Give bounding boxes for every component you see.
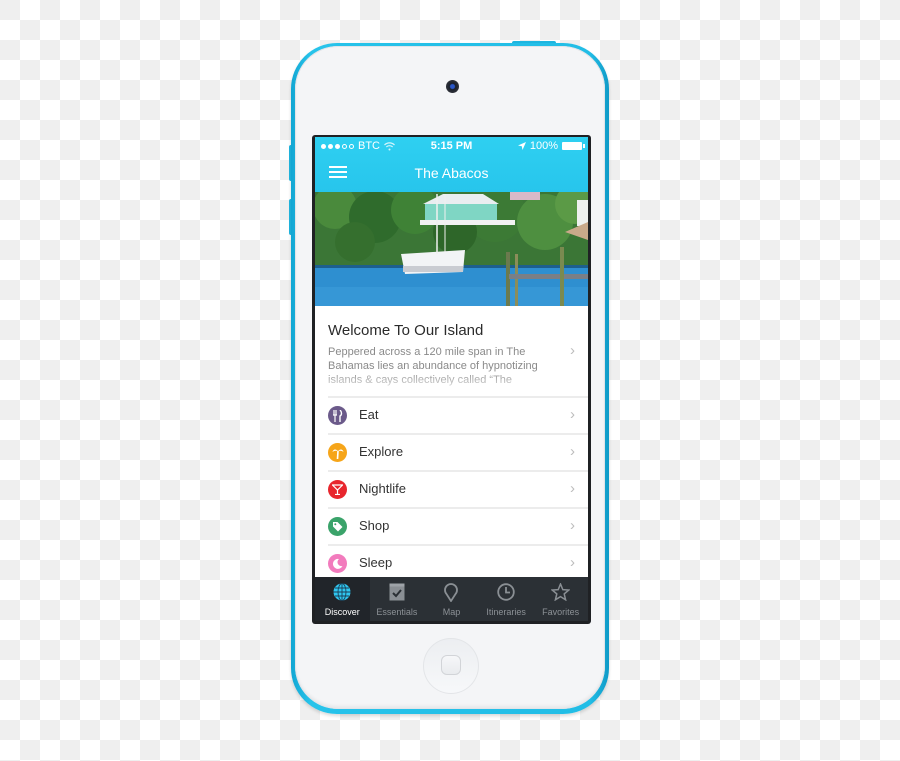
nav-bar: The Abacos bbox=[315, 155, 588, 192]
tab-discover[interactable]: Discover bbox=[315, 577, 370, 621]
tab-bar: Discover Essentials Map Itineraries Favo… bbox=[315, 577, 588, 621]
palm-tree-icon bbox=[328, 443, 347, 462]
tab-label: Favorites bbox=[542, 607, 580, 617]
fork-knife-icon bbox=[328, 406, 347, 425]
tab-favorites[interactable]: Favorites bbox=[533, 577, 588, 621]
chevron-right-icon: › bbox=[570, 443, 575, 460]
page-title: The Abacos bbox=[414, 165, 489, 181]
welcome-body: Peppered across a 120 mile span in The B… bbox=[328, 346, 538, 386]
list-item-explore[interactable]: Explore › bbox=[328, 433, 588, 470]
list-item-label: Nightlife bbox=[359, 481, 406, 496]
tab-map[interactable]: Map bbox=[424, 577, 479, 621]
list-item-shop[interactable]: Shop › bbox=[328, 507, 588, 544]
hero-photo-illustration bbox=[315, 192, 588, 306]
battery-percent: 100% bbox=[529, 140, 558, 152]
home-square-icon bbox=[441, 655, 461, 675]
cocktail-icon bbox=[328, 480, 347, 499]
welcome-title: Welcome To Our Island bbox=[328, 322, 484, 339]
map-pin-icon bbox=[444, 583, 459, 602]
welcome-card[interactable]: Welcome To Our Island Peppered across a … bbox=[315, 306, 588, 396]
list-item-label: Eat bbox=[359, 407, 379, 422]
app-header: BTC 5:15 PM 100% The Abacos bbox=[315, 137, 588, 192]
list-item-nightlife[interactable]: Nightlife › bbox=[328, 470, 588, 507]
home-button[interactable] bbox=[423, 638, 479, 694]
device-screen: BTC 5:15 PM 100% The Abacos Welcome To O… bbox=[312, 135, 591, 624]
chevron-right-icon: › bbox=[570, 517, 575, 534]
tab-label: Discover bbox=[324, 607, 360, 617]
app-screen: BTC 5:15 PM 100% The Abacos Welcome To O… bbox=[315, 137, 588, 621]
list-item-label: Sleep bbox=[359, 555, 393, 570]
front-camera-icon bbox=[446, 80, 459, 93]
chevron-right-icon: › bbox=[570, 406, 575, 423]
status-bar: BTC 5:15 PM 100% bbox=[315, 137, 588, 155]
tag-icon bbox=[328, 517, 347, 536]
tab-label: Essentials bbox=[376, 607, 418, 617]
status-right: 100% bbox=[517, 140, 585, 152]
list-item-label: Explore bbox=[359, 444, 404, 459]
chevron-right-icon: › bbox=[570, 480, 575, 497]
tab-label: Map bbox=[442, 607, 461, 617]
star-icon bbox=[551, 583, 571, 601]
moon-icon bbox=[328, 554, 347, 573]
hero-image bbox=[315, 192, 588, 306]
list-item-label: Shop bbox=[359, 518, 390, 533]
battery-icon bbox=[562, 142, 585, 150]
chevron-right-icon: › bbox=[570, 554, 575, 571]
checkbox-icon bbox=[389, 583, 405, 601]
chevron-right-icon: › bbox=[570, 342, 575, 359]
tab-itineraries[interactable]: Itineraries bbox=[479, 577, 534, 621]
category-list: Eat › Explore › Nightlife › Shop › Sleep… bbox=[315, 396, 588, 581]
clock-icon bbox=[497, 583, 515, 601]
list-item-sleep[interactable]: Sleep › bbox=[328, 544, 588, 581]
tab-label: Itineraries bbox=[486, 607, 526, 617]
globe-icon bbox=[333, 583, 351, 601]
list-item-eat[interactable]: Eat › bbox=[328, 396, 588, 433]
location-arrow-icon bbox=[517, 142, 526, 150]
tab-essentials[interactable]: Essentials bbox=[370, 577, 425, 621]
